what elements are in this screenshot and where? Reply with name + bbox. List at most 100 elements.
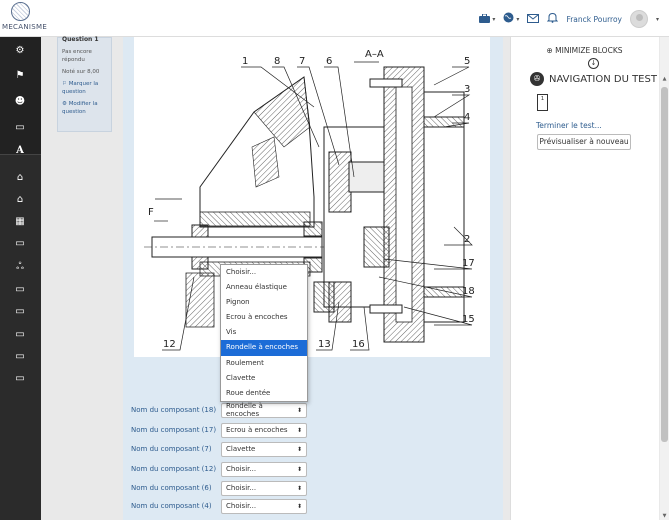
dropdown-option[interactable]: Pignon [221, 295, 307, 310]
question-nav-button[interactable]: 1 [537, 94, 548, 111]
drawing-number-label: 1 [242, 56, 248, 67]
folder-icon[interactable]: ▭ [13, 306, 27, 318]
component-select[interactable]: Ecrou à encoches ⬍ [221, 422, 307, 438]
logo-emblem [11, 2, 30, 21]
dropdown-option[interactable]: Choisir... [221, 265, 307, 280]
plus-circle-icon: ⊕ [546, 46, 556, 55]
flag-question-link[interactable]: ⚐ Marquer la question [62, 81, 107, 96]
component-label: Nom du composant (12) [131, 465, 217, 473]
component-row: Nom du composant (12) Choisir... ⬍ [131, 461, 307, 477]
flag-icon[interactable]: ⚑ [13, 70, 27, 82]
chevron-down-icon[interactable]: ▾ [492, 16, 495, 23]
avatar[interactable] [629, 10, 648, 28]
component-label: Nom du composant (6) [131, 484, 212, 492]
chevron-down-icon[interactable]: ▾ [516, 16, 519, 23]
select-value: Ecrou à encoches [226, 426, 288, 434]
select-value: Choisir... [226, 484, 257, 492]
drawing-number-label: 4 [464, 112, 470, 123]
drawing-number-label: 8 [274, 56, 280, 67]
folder-icon[interactable]: ▭ [13, 351, 27, 363]
component-row: Nom du composant (17) Ecrou à encoches ⬍ [131, 422, 307, 438]
dropdown-option[interactable]: Vis [221, 325, 307, 340]
component-row: Nom du composant (7) Clavette ⬍ [131, 441, 307, 457]
page-scrollbar[interactable]: ▲ ▼ [660, 37, 669, 520]
select-arrow-icon: ⬍ [296, 465, 302, 473]
select-arrow-icon: ⬍ [296, 502, 302, 510]
dropdown-option[interactable]: Clavette [221, 371, 307, 386]
quiz-navigation-header: ✇ NAVIGATION DU TEST [530, 72, 657, 86]
select-value: Choisir... [226, 502, 257, 510]
drawing-number-label: 16 [352, 339, 365, 350]
dropdown-option[interactable]: Roue dentée [221, 386, 307, 401]
preview-again-button[interactable]: Prévisualiser à nouveau [537, 134, 631, 150]
top-navbar: MECANISME ▾ ▾ Franck Pourroy ▾ [0, 0, 669, 37]
drawing-number-label: 12 [163, 339, 176, 350]
left-nav-drawer [0, 37, 41, 520]
component-select[interactable]: Clavette ⬍ [221, 441, 307, 457]
home-icon[interactable]: ⌂ [13, 172, 27, 184]
component-label: Nom du composant (4) [131, 502, 212, 510]
minimize-blocks-button[interactable]: ⊕ MINIMIZE BLOCKS [510, 46, 659, 55]
gear-icon: ⚙ [62, 101, 69, 108]
component-label: Nom du composant (18) [131, 406, 217, 414]
gear-icon[interactable]: ⚙ [13, 45, 27, 57]
question-status: Pas encore répondu [62, 49, 92, 63]
folder-icon[interactable]: ▭ [13, 329, 27, 341]
component-select[interactable]: Choisir... ⬍ [221, 480, 307, 496]
user-name[interactable]: Franck Pourroy [566, 15, 622, 24]
dropdown-option[interactable]: Roulement [221, 356, 307, 371]
dropdown-option[interactable]: Anneau élastique [221, 280, 307, 295]
briefcase-icon[interactable] [479, 13, 491, 26]
right-blocks-panel [510, 37, 659, 520]
component-label: Nom du composant (17) [131, 426, 217, 434]
home-icon[interactable]: ⌂ [13, 194, 27, 206]
drawing-number-label: 2 [464, 234, 470, 245]
quiz-navigation-title: NAVIGATION DU TEST [549, 73, 657, 85]
folder-icon[interactable]: ▭ [13, 373, 27, 385]
component-select[interactable]: Rondelle à encoches ⬍ [221, 402, 307, 418]
globe-icon[interactable] [503, 12, 514, 26]
arrow-down-circle-icon[interactable]: ↓ [588, 58, 599, 69]
folder-icon[interactable]: ▭ [13, 238, 27, 250]
users-icon[interactable]: ☻ [13, 96, 27, 108]
component-select[interactable]: Choisir... ⬍ [221, 498, 307, 514]
select-arrow-icon: ⬍ [296, 445, 302, 453]
drawing-section-label: A–A [365, 49, 384, 60]
envelope-icon[interactable] [527, 13, 540, 26]
dropdown-option-highlighted[interactable]: Rondelle à encoches [221, 340, 307, 356]
chevron-down-icon[interactable]: ▾ [656, 16, 659, 23]
drawing-number-label: 3 [464, 84, 470, 95]
drawing-number-label: 17 [462, 258, 475, 269]
drawing-number-label: 5 [464, 56, 470, 67]
select-arrow-icon: ⬍ [296, 426, 302, 434]
question-title: Question 1 [62, 36, 99, 43]
folder-icon[interactable]: ▭ [13, 122, 27, 134]
site-logo[interactable]: MECANISME [2, 1, 47, 35]
component-row: Nom du composant (4) Choisir... ⬍ [131, 498, 307, 514]
calendar-icon[interactable]: ▦ [13, 216, 27, 228]
finish-attempt-link[interactable]: Terminer le test... [536, 121, 602, 130]
component-row: Nom du composant (18) Rondelle à encoche… [131, 402, 307, 418]
component-row: Nom du composant (6) Choisir... ⬍ [131, 480, 307, 496]
drawing-number-label: 18 [462, 286, 475, 297]
bell-icon[interactable] [547, 12, 559, 26]
folder-icon[interactable]: ▭ [13, 284, 27, 296]
scroll-down-icon[interactable]: ▼ [661, 513, 668, 520]
compass-icon: ✇ [530, 72, 544, 86]
scrollbar-thumb[interactable] [661, 87, 668, 442]
sitemap-icon[interactable]: ஃ [13, 261, 27, 273]
question-info-panel: Question 1 Pas encore répondu Noté sur 8… [57, 36, 112, 132]
drawing-number-label: 15 [462, 314, 475, 325]
drawing-number-label: 7 [299, 56, 305, 67]
technical-drawing: A–A 1 8 7 6 5 3 4 2 17 18 15 16 13 12 F [134, 37, 490, 357]
scroll-up-icon[interactable]: ▲ [661, 76, 668, 83]
select-value: Clavette [226, 445, 256, 453]
logo-text: MECANISME [2, 23, 48, 31]
drawing-number-label: 13 [318, 339, 331, 350]
font-icon[interactable]: A [13, 145, 27, 157]
component-select[interactable]: Choisir... ⬍ [221, 461, 307, 477]
dropdown-option[interactable]: Ecrou à encoches [221, 310, 307, 325]
select-arrow-icon: ⬍ [296, 484, 302, 492]
edit-question-link[interactable]: ⚙ Modifier la question [62, 101, 107, 116]
component-dropdown-list[interactable]: Choisir... Anneau élastique Pignon Ecrou… [220, 264, 308, 402]
